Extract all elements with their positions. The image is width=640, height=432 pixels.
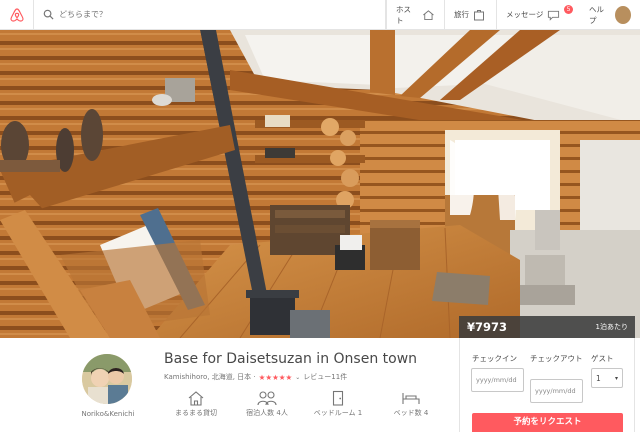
door-icon <box>332 390 344 406</box>
amenity-label: 宿泊人数 4人 <box>246 409 288 417</box>
nav-trips[interactable]: 旅行 <box>444 0 496 29</box>
nav-host[interactable]: ホスト <box>386 0 444 29</box>
checkin-label: チェックイン <box>472 354 517 363</box>
bed-icon <box>402 393 420 404</box>
amenity-label: まるまる貸切 <box>175 409 217 417</box>
checkout-date-input[interactable]: yyyy/mm/dd <box>530 379 583 403</box>
log-cabin-interior-image <box>0 30 640 338</box>
listing-photo[interactable] <box>0 30 640 338</box>
host-name[interactable]: Noriko&Kenichi <box>72 410 144 418</box>
nav-help-label: ヘルプ <box>589 4 604 25</box>
guests-select[interactable]: 1 ▾ <box>591 368 623 388</box>
listing-location[interactable]: Kamishihoro, 北海道, 日本 · <box>164 372 256 382</box>
amenity-label: ベッドルーム 1 <box>313 409 363 417</box>
top-nav: ホスト 旅行 メッセージ 5 ヘルプ <box>0 0 640 30</box>
avatar-small[interactable] <box>615 5 631 24</box>
host-photo <box>82 354 132 404</box>
review-count[interactable]: レビュー11件 <box>303 372 347 382</box>
request-booking-button[interactable]: 予約をリクエスト <box>472 413 623 432</box>
nav-help[interactable]: ヘルプ <box>580 0 640 29</box>
nightly-price: ¥7973 <box>467 320 508 334</box>
listing-title: Base for Daisetsuzan in Onsen town <box>164 351 418 367</box>
checkin-placeholder: yyyy/mm/dd <box>476 376 517 384</box>
checkout-placeholder: yyyy/mm/dd <box>535 387 576 395</box>
amenity-label: ベッド数 4 <box>393 409 429 417</box>
nav-host-label: ホスト <box>396 4 411 25</box>
booking-panel: チェックイン チェックアウト ゲスト yyyy/mm/dd yyyy/mm/dd… <box>459 338 635 432</box>
nav-trips-label: 旅行 <box>454 10 469 19</box>
checkout-label: チェックアウト <box>530 354 583 363</box>
search-icon <box>43 9 54 20</box>
airbnb-logo[interactable] <box>0 0 34 29</box>
house-icon <box>423 9 434 20</box>
search-bar[interactable] <box>34 0 386 29</box>
chevron-down-icon: ▾ <box>614 374 618 382</box>
airbnb-logo-icon <box>9 7 24 22</box>
house-icon <box>188 391 204 406</box>
guests-icon <box>257 391 277 406</box>
nav-messages[interactable]: メッセージ 5 <box>496 0 580 29</box>
message-count-badge: 5 <box>564 5 573 14</box>
speech-bubble-icon <box>548 10 560 21</box>
guests-label: ゲスト <box>591 354 614 363</box>
chevron-down-icon: ⌄ <box>295 373 301 381</box>
amenity-entire-home: まるまる貸切 <box>161 390 231 418</box>
listing-subline: Kamishihoro, 北海道, 日本 · ★★★★★ ⌄ レビュー11件 <box>164 372 347 382</box>
per-night-label: 1泊あたり <box>595 323 628 331</box>
host-avatar[interactable] <box>82 354 132 404</box>
rating-stars: ★★★★★ <box>258 372 293 382</box>
checkin-date-input[interactable]: yyyy/mm/dd <box>471 368 524 392</box>
price-bar: ¥7973 1泊あたり <box>459 316 635 338</box>
suitcase-icon <box>474 9 484 20</box>
search-input[interactable] <box>59 10 219 19</box>
nav-messages-label: メッセージ <box>506 10 544 19</box>
amenity-guests: 宿泊人数 4人 <box>232 390 302 418</box>
guests-value: 1 <box>596 373 601 383</box>
amenity-beds: ベッド数 4 <box>376 390 446 418</box>
amenity-bedrooms: ベッドルーム 1 <box>303 390 373 418</box>
